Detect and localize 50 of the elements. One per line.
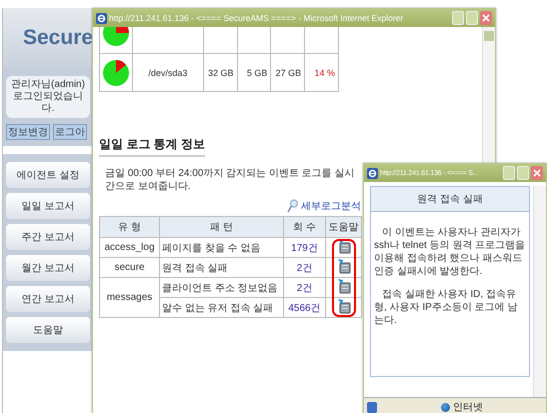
menu-item[interactable]: 도움말 — [6, 317, 90, 343]
column-header: 도움말 — [326, 216, 362, 238]
account-button[interactable]: 로그아 — [53, 124, 87, 140]
close-button[interactable] — [480, 11, 492, 25]
table-cell: 클라이언트 주소 정보없음 — [160, 278, 284, 298]
description: 금일 00:00 부터 24:00까지 감지되는 이벤트 로그를 실시간으로 보여줍니다. — [104, 167, 355, 193]
table-cell: 원격 접속 실패 — [160, 258, 284, 278]
help-paragraph: 이 이벤트는 사용자나 관리자가 ssh나 telnet 등의 원격 프로그램을 이용해 접속하려 했으나 패스워드 인증 실패시에 발생한다. — [374, 226, 526, 278]
table-cell: 알수 없는 유저 접속 실패 — [160, 298, 284, 318]
account-button[interactable]: 정보변경 — [6, 124, 50, 140]
table-cell: /dev/sda3 — [132, 54, 203, 91]
menu-item[interactable]: 연간 보고서 — [6, 286, 90, 312]
table-cell: messages — [100, 278, 160, 318]
menu-item[interactable]: 일일 보고서 — [6, 193, 90, 219]
count-link[interactable]: 2건 — [284, 278, 326, 298]
menu-item[interactable]: 월간 보고서 — [6, 255, 90, 281]
status-text: 인터넷 — [453, 401, 483, 413]
scrollbar[interactable] — [533, 186, 546, 397]
detail-link[interactable]: 세부로그분석 — [301, 199, 361, 213]
browser-icon — [96, 12, 107, 24]
logo: Secure — [3, 8, 93, 68]
count-link[interactable]: 4566건 — [284, 298, 326, 318]
table-cell: 14 % — [304, 54, 338, 91]
column-header: 유 형 — [100, 216, 160, 238]
browser-icon — [367, 168, 378, 178]
help-paragraph: 접속 실패한 사용자 ID, 접속유형, 사용자 IP주소등이 로그에 남는다. — [374, 288, 518, 327]
window-title: http://211.241.61.136 - <==== SecureAMS ====> - Microsoft Internet Explorer — [109, 13, 404, 23]
globe-icon — [441, 402, 450, 412]
table-cell: access_log — [100, 238, 160, 258]
table-cell: secure — [100, 258, 160, 278]
help-title: 원격 접속 실패 — [371, 187, 529, 212]
help-document-icon[interactable] — [336, 238, 350, 254]
table-cell: 27 GB — [270, 54, 304, 91]
count-link[interactable]: 2건 — [284, 258, 326, 278]
table-cell: 페이지를 찾을 수 없음 — [160, 238, 284, 258]
section-heading: 일일 로그 통계 정보 — [99, 136, 206, 157]
help-document-icon[interactable] — [336, 298, 350, 314]
close-button[interactable] — [531, 166, 543, 180]
table-cell: 5 GB — [236, 54, 270, 91]
help-document-icon[interactable] — [336, 258, 350, 274]
page-icon — [367, 402, 377, 412]
column-header: 회 수 — [284, 216, 326, 238]
column-header: 패 턴 — [160, 216, 284, 238]
menu-item[interactable]: 주간 보고서 — [6, 224, 90, 250]
login-message: 관리자님(admin) 로그인되었습니다. — [6, 76, 90, 118]
help-document-icon[interactable] — [336, 278, 350, 294]
table-cell: 32 GB — [202, 54, 237, 91]
menu-item[interactable]: 에이전트 설정 — [6, 162, 90, 188]
search-icon — [287, 199, 299, 213]
count-link[interactable]: 179건 — [284, 238, 326, 258]
